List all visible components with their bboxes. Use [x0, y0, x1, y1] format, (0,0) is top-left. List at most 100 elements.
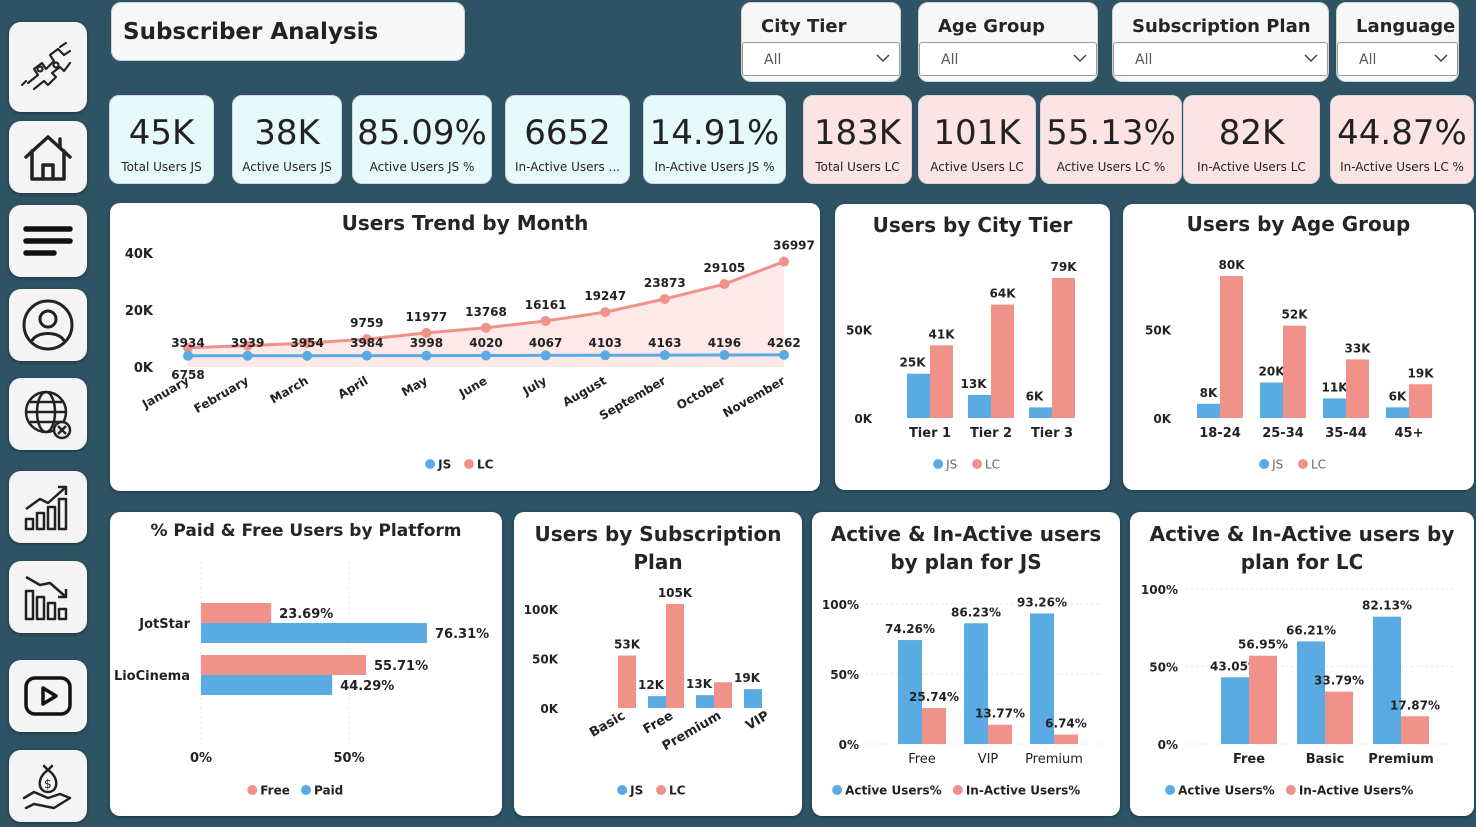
- kpi-label: Active Users LC: [930, 160, 1024, 174]
- lc-data-label: 29105: [704, 261, 746, 275]
- legend-marker: [301, 785, 311, 795]
- kpi-active-users-lc-pct: 55.13% Active Users LC %: [1040, 95, 1182, 184]
- user-icon: [22, 299, 74, 351]
- x-tick-label: April: [336, 373, 371, 401]
- nav-growth[interactable]: [9, 471, 87, 543]
- nav-globe[interactable]: [9, 378, 87, 450]
- legend-marker: [464, 459, 474, 469]
- x-tick-label: 25-34: [1262, 426, 1304, 441]
- js-point: [361, 350, 372, 361]
- y-tick-label: LioCinema: [114, 669, 190, 684]
- legend-marker: [832, 785, 843, 795]
- y-tick-label: 40K: [125, 247, 154, 262]
- bar: [907, 373, 930, 418]
- legend-marker: [1165, 785, 1176, 795]
- y-tick-label: 0K: [134, 361, 154, 376]
- kpi-label: In-Active Users ...: [514, 160, 620, 174]
- nav-decline[interactable]: [9, 561, 87, 633]
- data-label: 53K: [614, 638, 641, 652]
- city-tier-chart: 0K 50K 25K 41K Tier 1 13K 64K Tier 2 6K 79K Tier 3…: [846, 260, 1078, 472]
- bar: [1054, 734, 1078, 744]
- language-dropdown[interactable]: All: [1337, 42, 1458, 76]
- legend-label: Active Users%: [1178, 784, 1275, 798]
- x-tick-label: Basic: [1306, 752, 1345, 767]
- data-label: 56.95%: [1238, 638, 1288, 652]
- data-label: 79K: [1051, 260, 1078, 274]
- nav-puzzle[interactable]: [9, 22, 87, 112]
- legend-label: JS: [437, 458, 451, 472]
- data-label: 19K: [1408, 366, 1435, 380]
- js-data-label: 4020: [469, 336, 502, 350]
- x-tick-label: Premium: [1368, 752, 1434, 767]
- bar: [1260, 382, 1283, 418]
- bar: [930, 345, 953, 418]
- kpi-total-users-js: 45K Total Users JS: [109, 95, 214, 184]
- subscription-plan-dropdown[interactable]: All: [1113, 42, 1328, 76]
- kpi-value: 55.13%: [1046, 113, 1176, 153]
- bar: [1297, 641, 1325, 744]
- lc-data-label: 13768: [465, 305, 507, 319]
- bar: [1325, 691, 1353, 744]
- x-tick-label: 0%: [190, 751, 212, 766]
- js-point: [600, 350, 611, 361]
- legend-marker: [425, 459, 436, 469]
- bar: [988, 724, 1012, 744]
- slicer-language: Language All: [1336, 2, 1459, 82]
- x-tick-label: Premium: [1025, 752, 1083, 767]
- x-tick-label: Free: [641, 708, 676, 737]
- bar: [1221, 677, 1249, 744]
- nav-home[interactable]: [9, 121, 87, 193]
- decline-chart-icon: [24, 575, 68, 621]
- bar: [922, 707, 946, 744]
- data-label: 13K: [686, 677, 713, 691]
- x-tick-label: May: [399, 373, 430, 399]
- kpi-label: In-Active Users JS %: [654, 160, 775, 174]
- chevron-down-icon: [876, 54, 890, 63]
- js-point: [481, 350, 491, 361]
- kpi-label: Active Users LC %: [1056, 160, 1166, 174]
- js-point: [719, 350, 730, 361]
- x-tick-label: Tier 3: [1031, 426, 1073, 441]
- city-tier-dropdown[interactable]: All: [742, 42, 900, 76]
- x-tick-label: June: [456, 373, 490, 400]
- data-label: 82.13%: [1362, 599, 1412, 613]
- kpi-label: Total Users JS: [121, 160, 202, 174]
- kpi-label: In-Active Users LC %: [1340, 160, 1464, 174]
- slicer-age-group: Age Group All: [918, 2, 1098, 82]
- home-icon: [24, 135, 72, 181]
- x-tick-label: November: [720, 373, 787, 420]
- growth-chart-icon: [24, 485, 68, 531]
- platform-chart: 0% 50% JotStar 23.69% 76.31% LioCinema 55.71% 4…: [114, 562, 489, 798]
- slicer-label: Subscription Plan: [1132, 16, 1311, 37]
- y-tick-label: 0K: [540, 702, 558, 716]
- lc-data-label: 19247: [584, 289, 626, 303]
- data-label: 52K: [1282, 308, 1309, 322]
- slicer-label: Language: [1356, 16, 1456, 37]
- y-tick-label: JotStar: [138, 617, 190, 632]
- data-label: 86.23%: [951, 605, 1001, 619]
- nav-money[interactable]: $: [9, 750, 87, 822]
- kpi-inactive-users-js: 6652 In-Active Users ...: [505, 95, 630, 184]
- legend-marker: [933, 459, 944, 469]
- x-tick-label: Basic: [587, 708, 628, 740]
- x-tick-label: Free: [1233, 752, 1265, 767]
- kpi-inactive-users-lc: 82K In-Active Users LC: [1183, 95, 1320, 184]
- data-label: 8K: [1200, 386, 1218, 400]
- age-group-dropdown[interactable]: All: [919, 42, 1097, 76]
- bar: [1249, 655, 1277, 744]
- js-point: [540, 350, 551, 361]
- nav-menu[interactable]: [9, 205, 87, 277]
- nav-user[interactable]: [9, 289, 87, 361]
- data-label: 33K: [1345, 341, 1372, 355]
- data-label: 19K: [734, 671, 761, 685]
- nav-play[interactable]: [9, 660, 87, 732]
- x-tick-label: Tier 1: [909, 426, 951, 441]
- js-plan-chart: 0% 50% 100% 74.26% 25.74% Free 86.23% 13.77% VIP…: [822, 595, 1102, 798]
- x-tick-label: August: [560, 373, 609, 409]
- x-tick-label: Tier 2: [970, 426, 1012, 441]
- data-label: 25.74%: [909, 690, 959, 704]
- y-tick-label: 20K: [125, 304, 154, 319]
- x-tick-label: 45+: [1395, 426, 1424, 441]
- lc-point: [600, 307, 611, 318]
- bar: [1346, 359, 1369, 418]
